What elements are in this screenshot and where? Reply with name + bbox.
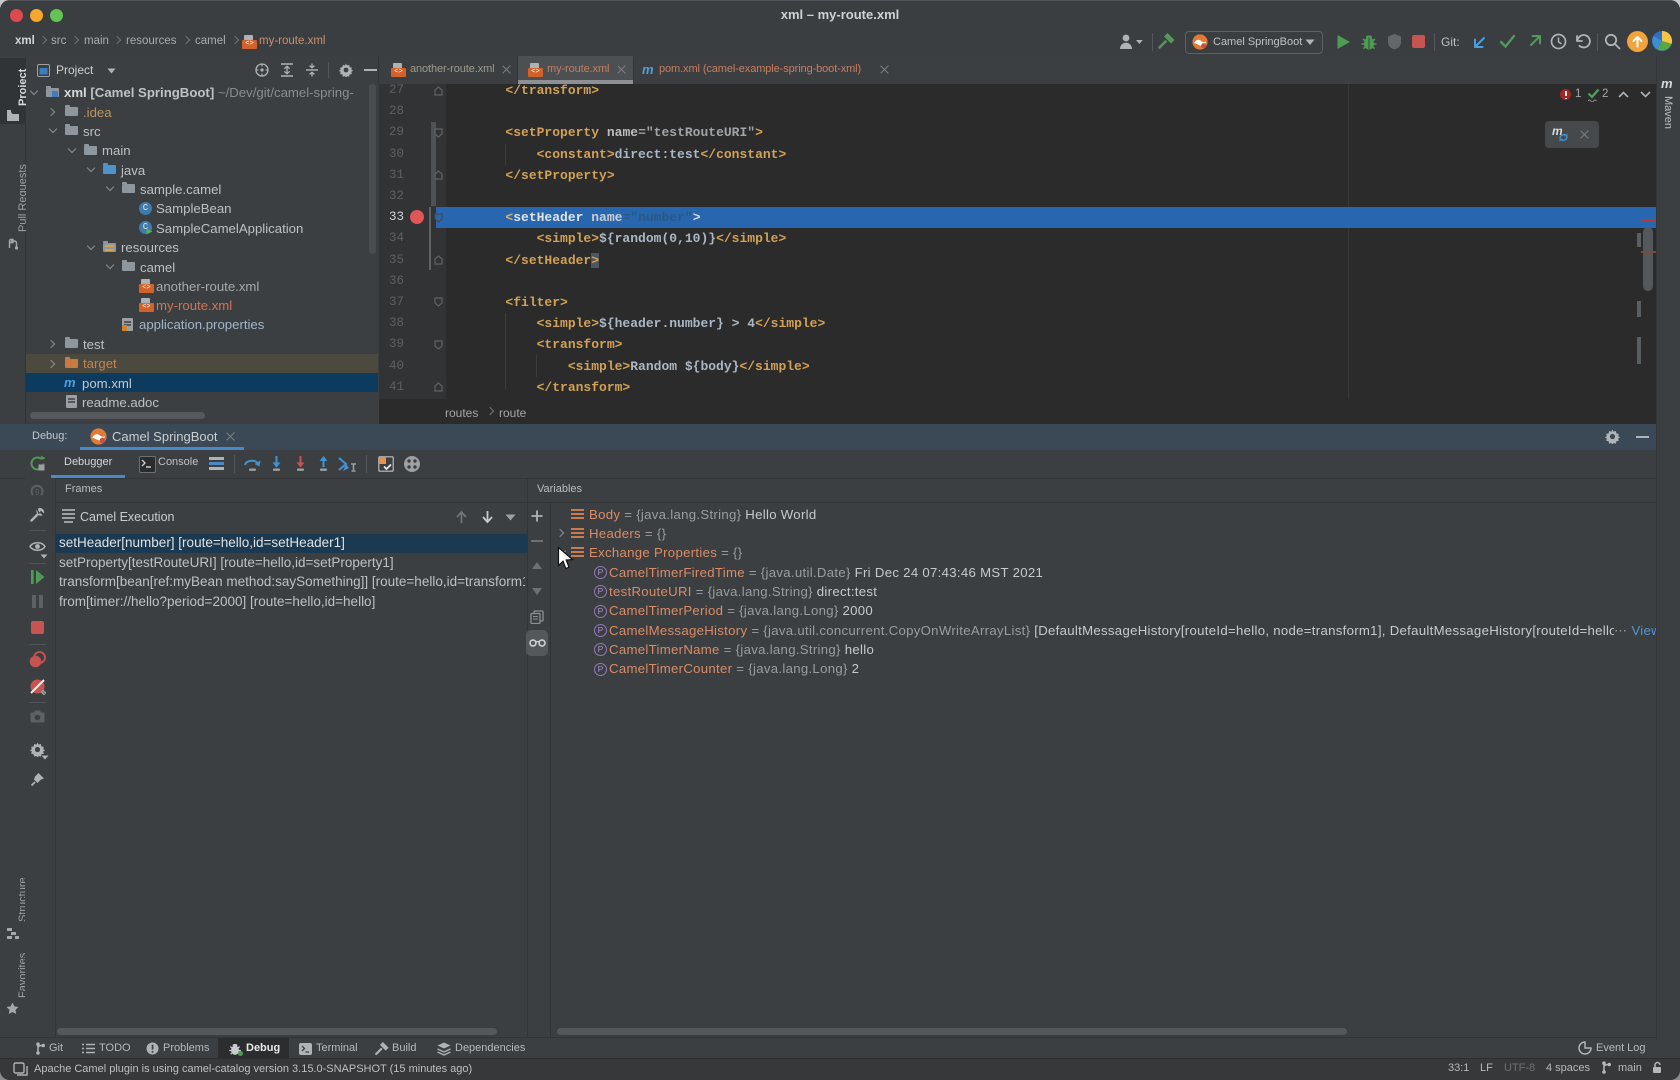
svg-text:9: 9: [35, 488, 40, 497]
